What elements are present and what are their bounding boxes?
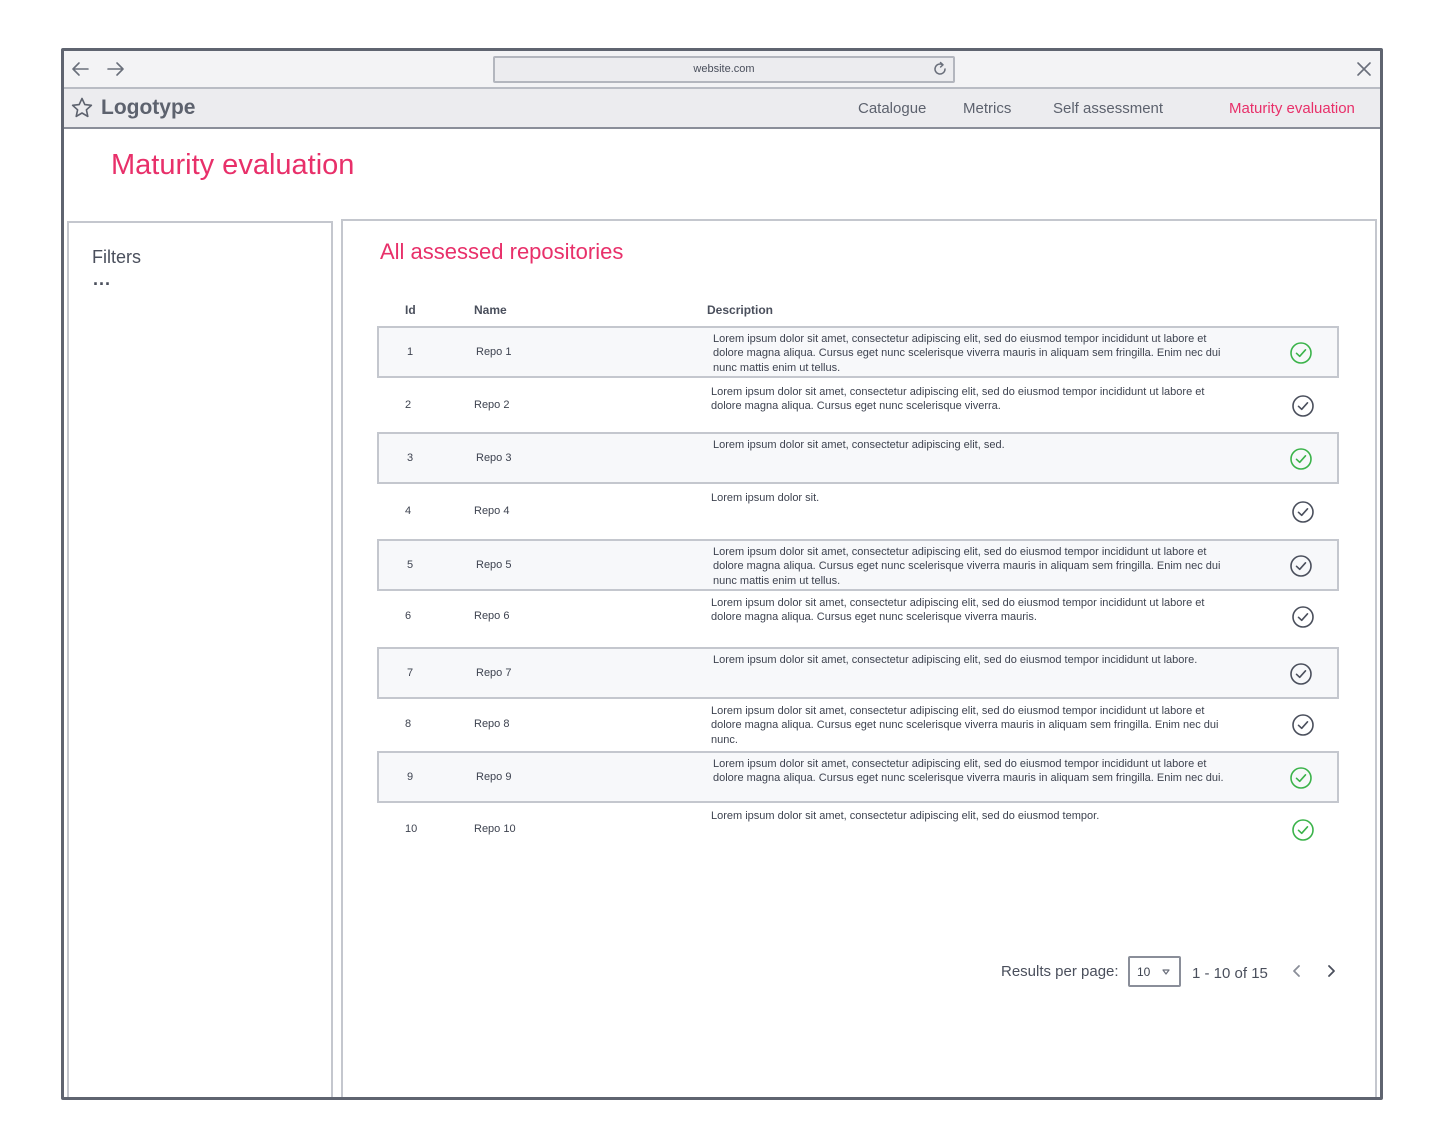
- browser-window: website.com Logotype Catalogue Metrics S…: [61, 48, 1383, 1100]
- check-circle-icon[interactable]: [1289, 662, 1313, 686]
- star-icon: [71, 97, 93, 118]
- row-description: Lorem ipsum dolor sit amet, consectetur …: [711, 705, 1219, 746]
- table-row[interactable]: 2 Repo 2 Lorem ipsum dolor sit amet, conse…: [377, 381, 1339, 433]
- row-description: Lorem ipsum dolor sit amet, consectetur …: [713, 758, 1224, 785]
- app-header: Logotype Catalogue Metrics Self assessme…: [64, 89, 1380, 129]
- arrow-right-icon[interactable]: [104, 58, 126, 80]
- table-row[interactable]: 1 Repo 1 Lorem ipsum dolor sit amet, conse…: [377, 326, 1339, 378]
- row-description: Lorem ipsum dolor sit amet, consectetur …: [713, 439, 1005, 451]
- address-bar[interactable]: website.com: [493, 56, 955, 83]
- row-description: Lorem ipsum dolor sit amet, consectetur …: [711, 386, 1205, 413]
- row-name[interactable]: Repo 5: [476, 559, 511, 571]
- row-description: Lorem ipsum dolor sit.: [711, 492, 820, 504]
- filters-panel: Filters ...: [67, 221, 333, 1097]
- row-description: Lorem ipsum dolor sit amet, consectetur …: [713, 333, 1221, 374]
- table-row[interactable]: 6 Repo 6 Lorem ipsum dolor sit amet, conse…: [377, 592, 1339, 644]
- table-row[interactable]: 4 Repo 4 Lorem ipsum dolor sit.: [377, 487, 1339, 539]
- row-id: 6: [405, 610, 412, 622]
- row-name[interactable]: Repo 10: [474, 823, 516, 835]
- close-icon[interactable]: [1354, 59, 1374, 79]
- check-circle-icon[interactable]: [1289, 554, 1313, 578]
- row-name[interactable]: Repo 2: [474, 399, 509, 411]
- row-name[interactable]: Repo 7: [476, 667, 511, 679]
- row-id: 5: [407, 559, 414, 571]
- caret-down-icon: [1162, 969, 1170, 975]
- url-text: website.com: [693, 63, 755, 75]
- table-row[interactable]: 5 Repo 5 Lorem ipsum dolor sit amet, conse…: [377, 539, 1339, 591]
- section-title: All assessed repositories: [380, 239, 624, 264]
- row-name[interactable]: Repo 3: [476, 452, 511, 464]
- row-name[interactable]: Repo 4: [474, 505, 509, 517]
- table-row[interactable]: 10 Repo 10 Lorem ipsum dolor sit amet, con…: [377, 805, 1339, 857]
- check-circle-icon[interactable]: [1291, 818, 1315, 842]
- repositories-panel: All assessed repositories Id Name Descri…: [341, 219, 1377, 1097]
- column-header-description: Description: [707, 303, 774, 317]
- chevron-left-icon[interactable]: [1287, 961, 1307, 981]
- nav-maturity-evaluation[interactable]: Maturity evaluation: [1229, 100, 1355, 117]
- row-id: 3: [407, 452, 414, 464]
- nav-catalogue[interactable]: Catalogue: [858, 100, 926, 117]
- table-row[interactable]: 3 Repo 3 Lorem ipsum dolor sit amet, conse…: [377, 432, 1339, 484]
- row-id: 2: [405, 399, 412, 411]
- row-name[interactable]: Repo 8: [474, 718, 509, 730]
- nav-self-assessment[interactable]: Self assessment: [1053, 100, 1163, 117]
- logo-text: Logotype: [101, 96, 196, 119]
- column-header-name: Name: [474, 303, 507, 317]
- arrow-left-icon[interactable]: [70, 58, 92, 80]
- row-name[interactable]: Repo 9: [476, 771, 511, 783]
- results-per-page-value: 10: [1137, 965, 1151, 979]
- row-description: Lorem ipsum dolor sit amet, consectetur …: [713, 654, 1198, 666]
- row-name[interactable]: Repo 1: [476, 346, 511, 358]
- row-id: 9: [407, 771, 414, 783]
- browser-toolbar: website.com: [64, 51, 1380, 89]
- chevron-right-icon[interactable]: [1321, 961, 1341, 981]
- table-row[interactable]: 7 Repo 7 Lorem ipsum dolor sit amet, conse…: [377, 647, 1339, 699]
- row-id: 7: [407, 667, 414, 679]
- table-row[interactable]: 8 Repo 8 Lorem ipsum dolor sit amet, conse…: [377, 700, 1339, 752]
- nav-metrics[interactable]: Metrics: [963, 100, 1011, 117]
- row-description: Lorem ipsum dolor sit amet, consectetur …: [713, 546, 1221, 587]
- check-circle-icon[interactable]: [1291, 713, 1315, 737]
- page-title: Maturity evaluation: [111, 149, 355, 181]
- check-circle-icon[interactable]: [1291, 394, 1315, 418]
- column-header-id: Id: [405, 303, 416, 317]
- row-id: 10: [405, 823, 418, 835]
- check-circle-icon[interactable]: [1291, 605, 1315, 629]
- row-id: 4: [405, 505, 412, 517]
- table-row[interactable]: 9 Repo 9 Lorem ipsum dolor sit amet, conse…: [377, 751, 1339, 803]
- check-circle-icon[interactable]: [1291, 500, 1315, 524]
- row-description: Lorem ipsum dolor sit amet, consectetur …: [711, 810, 1100, 822]
- check-circle-icon[interactable]: [1289, 341, 1313, 365]
- check-circle-icon[interactable]: [1289, 447, 1313, 471]
- filters-more[interactable]: ...: [93, 269, 111, 290]
- results-per-page-select[interactable]: 10: [1128, 956, 1181, 987]
- filters-title: Filters: [92, 247, 141, 267]
- row-description: Lorem ipsum dolor sit amet, consectetur …: [711, 597, 1205, 624]
- logo[interactable]: Logotype: [70, 96, 196, 120]
- reload-icon[interactable]: [930, 59, 950, 79]
- results-per-page-label: Results per page:: [1001, 963, 1119, 980]
- row-id: 1: [407, 346, 414, 358]
- row-name[interactable]: Repo 6: [474, 610, 509, 622]
- check-circle-icon[interactable]: [1289, 766, 1313, 790]
- row-id: 8: [405, 718, 412, 730]
- pagination-range: 1 - 10 of 15: [1192, 965, 1268, 982]
